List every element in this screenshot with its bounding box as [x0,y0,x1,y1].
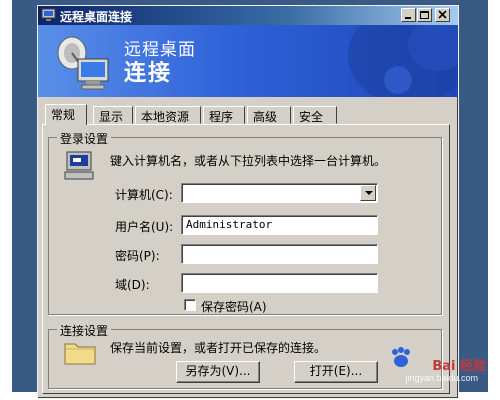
tab-security[interactable]: 安全 [293,106,337,124]
banner-decoration [348,25,458,97]
remote-desktop-icon [41,8,56,21]
save-password-checkbox[interactable] [184,299,196,311]
banner: 远程桌面 连接 [38,25,458,97]
watermark-url: jingyan.baidu.com [405,373,478,383]
save-password-label[interactable]: 保存密码(A) [201,298,267,315]
login-settings-legend: 登录设置 [57,130,112,147]
close-icon [438,10,447,19]
computer-icon [64,151,94,180]
tab-local-resources[interactable]: 本地资源 [135,106,201,124]
domain-field[interactable] [181,273,378,293]
save-as-button[interactable]: 另存为(V)... [176,361,260,383]
chevron-down-icon[interactable] [360,185,376,201]
baidu-paw-logo [392,347,410,367]
password-label: 密码(P): [115,249,160,263]
close-button[interactable] [435,8,450,22]
connection-settings-legend: 连接设置 [57,322,112,339]
connection-settings-group: 连接设置 保存当前设置，或者打开已保存的连接。 另存为(V)... 打开(E).… [48,322,442,389]
banner-title-line2: 连接 [124,61,173,86]
connection-description: 保存当前设置，或者打开已保存的连接。 [110,341,327,355]
window-title: 远程桌面连接 [60,10,133,24]
tab-display[interactable]: 显示 [93,106,133,124]
tab-strip: 常规 显示 本地资源 程序 高级 安全 [38,104,458,125]
computer-combobox[interactable] [181,183,378,203]
maximize-button[interactable] [417,8,432,22]
remote-desktop-dialog: 远程桌面连接 远程桌面 连接 常规 显示 本地资源 程序 高级 安全 登录设置 … [37,5,459,399]
username-field[interactable]: Administrator [181,215,378,235]
domain-label: 域(D): [115,278,150,292]
open-button[interactable]: 打开(E)... [294,361,378,383]
tab-advanced[interactable]: 高级 [247,106,291,124]
maximize-icon [420,11,429,19]
computer-label: 计算机(C): [115,188,173,202]
watermark-text: Bai 经验 [432,359,486,374]
login-settings-group: 登录设置 键入计算机名，或者从下拉列表中选择一台计算机。 计算机(C): 用户名… [48,130,442,315]
minimize-button[interactable] [401,8,416,22]
tab-general[interactable]: 常规 [45,104,87,125]
folder-icon [64,343,96,365]
username-label: 用户名(U): [115,220,174,234]
minimize-icon [405,17,411,19]
tab-programs[interactable]: 程序 [203,106,245,124]
title-bar[interactable]: 远程桌面连接 [38,6,458,25]
password-field[interactable] [181,244,378,264]
monitor-satellite-icon [57,36,109,90]
login-instruction: 键入计算机名，或者从下拉列表中选择一台计算机。 [110,154,387,168]
